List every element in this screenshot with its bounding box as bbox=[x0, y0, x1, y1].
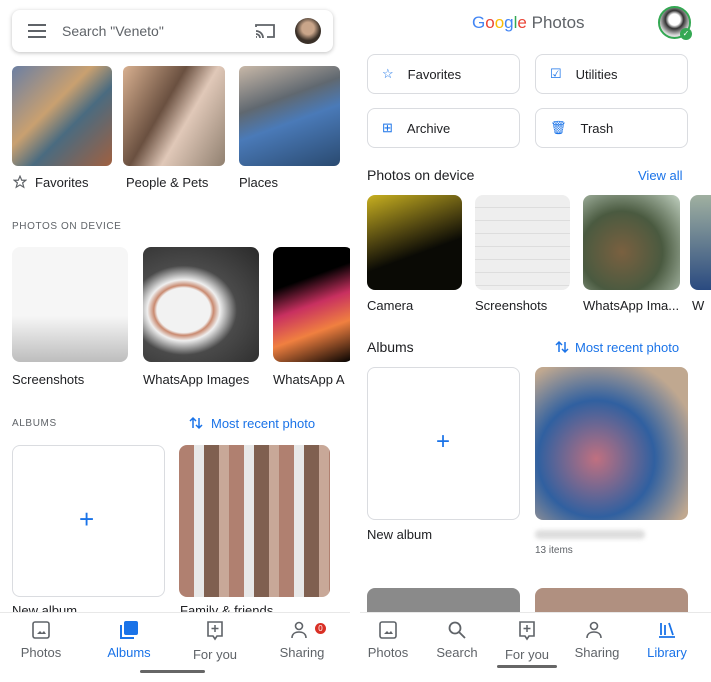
folder-thumb-whatsapp[interactable] bbox=[583, 195, 680, 290]
nav-albums[interactable]: Albums bbox=[94, 621, 164, 660]
menu-icon[interactable] bbox=[28, 24, 46, 38]
albums-screen-old: Search "Veneto" Favorites People & Pets … bbox=[0, 0, 350, 682]
favorites-thumb[interactable] bbox=[12, 66, 112, 166]
people-thumb[interactable] bbox=[123, 66, 225, 166]
section-heading: PHOTOS ON DEVICE bbox=[12, 221, 122, 232]
section-heading: Albums bbox=[367, 339, 414, 355]
albums-icon bbox=[120, 621, 138, 639]
album-title-blurred bbox=[535, 530, 645, 539]
library-screen-new: Google Photos ✓ ☆ Favorites ☑ Utilities ⊞ A… bbox=[360, 0, 711, 682]
folder-label[interactable]: Camera bbox=[367, 298, 413, 313]
account-avatar[interactable]: ✓ bbox=[658, 6, 692, 40]
sort-button[interactable]: Most recent photo bbox=[211, 416, 315, 431]
notification-badge: 0 bbox=[315, 623, 326, 634]
section-heading: ALBUMS bbox=[12, 418, 57, 429]
folder-thumb-screenshots[interactable] bbox=[12, 247, 128, 362]
sort-icon[interactable] bbox=[555, 340, 569, 354]
album-thumb[interactable] bbox=[535, 367, 688, 520]
archive-button[interactable]: ⊞ Archive bbox=[367, 108, 520, 148]
folder-label[interactable]: WhatsApp Ima... bbox=[583, 298, 679, 313]
home-indicator bbox=[140, 670, 205, 673]
photo-icon bbox=[379, 621, 397, 639]
folder-label[interactable]: Screenshots bbox=[12, 372, 84, 387]
search-input[interactable]: Search "Veneto" bbox=[62, 23, 164, 39]
folder-thumb-partial[interactable] bbox=[690, 195, 711, 290]
nav-for-you[interactable]: For you bbox=[492, 621, 562, 662]
search-icon bbox=[448, 621, 466, 639]
star-icon bbox=[13, 175, 27, 189]
folder-thumb-camera[interactable] bbox=[367, 195, 462, 290]
backup-check-icon: ✓ bbox=[680, 28, 692, 40]
folder-label[interactable]: Screenshots bbox=[475, 298, 547, 313]
people-icon bbox=[586, 621, 602, 639]
search-bar[interactable]: Search "Veneto" bbox=[12, 10, 333, 52]
library-icon bbox=[659, 622, 675, 638]
photo-icon bbox=[32, 621, 50, 639]
nav-sharing[interactable]: Sharing bbox=[562, 621, 632, 660]
category-label[interactable]: Favorites bbox=[35, 175, 88, 190]
places-thumb[interactable] bbox=[239, 66, 340, 166]
nav-sharing[interactable]: Sharing 0 bbox=[267, 621, 337, 660]
album-count: 13 items bbox=[535, 545, 573, 556]
nav-search[interactable]: Search bbox=[422, 621, 492, 660]
section-heading: Photos on device bbox=[367, 167, 475, 183]
folder-label[interactable]: WhatsApp A bbox=[273, 372, 345, 387]
view-all-link[interactable]: View all bbox=[638, 168, 683, 183]
folder-label[interactable]: WhatsApp Images bbox=[143, 372, 249, 387]
plus-icon: + bbox=[79, 504, 95, 534]
home-indicator bbox=[497, 665, 557, 668]
folder-label[interactable]: W bbox=[692, 298, 704, 313]
utilities-button[interactable]: ☑ Utilities bbox=[535, 54, 688, 94]
utilities-icon: ☑ bbox=[550, 66, 562, 81]
category-label[interactable]: People & Pets bbox=[126, 175, 208, 190]
nav-photos[interactable]: Photos bbox=[6, 621, 76, 660]
folder-thumb-whatsapp-animations[interactable] bbox=[273, 247, 350, 362]
album-label[interactable]: New album bbox=[367, 527, 432, 542]
album-thumb-family[interactable] bbox=[179, 445, 330, 597]
avatar[interactable] bbox=[295, 18, 321, 44]
google-photos-logo: Google Photos bbox=[472, 13, 585, 32]
new-album-button[interactable]: + bbox=[12, 445, 165, 597]
for-you-icon bbox=[207, 621, 223, 641]
sort-button[interactable]: Most recent photo bbox=[575, 340, 679, 355]
people-icon bbox=[291, 621, 307, 639]
favorites-button[interactable]: ☆ Favorites bbox=[367, 54, 520, 94]
bottom-nav: Photos Search For you Sharing Library bbox=[360, 612, 711, 682]
trash-icon: 🗑 bbox=[550, 120, 567, 135]
star-icon: ☆ bbox=[382, 66, 394, 81]
nav-for-you[interactable]: For you bbox=[180, 621, 250, 662]
folder-thumb-screenshots[interactable] bbox=[475, 195, 570, 290]
nav-library[interactable]: Library bbox=[632, 621, 702, 660]
cast-icon[interactable] bbox=[255, 23, 275, 39]
category-label[interactable]: Places bbox=[239, 175, 278, 190]
bottom-nav: Photos Albums For you Sharing 0 bbox=[0, 612, 350, 682]
plus-icon: + bbox=[436, 428, 451, 455]
new-album-button[interactable]: + bbox=[367, 367, 520, 520]
for-you-icon bbox=[519, 621, 535, 641]
folder-thumb-whatsapp-images[interactable] bbox=[143, 247, 259, 362]
archive-icon: ⊞ bbox=[382, 120, 393, 135]
trash-button[interactable]: 🗑 Trash bbox=[535, 108, 688, 148]
nav-photos[interactable]: Photos bbox=[360, 621, 423, 660]
sort-icon[interactable] bbox=[189, 416, 203, 430]
